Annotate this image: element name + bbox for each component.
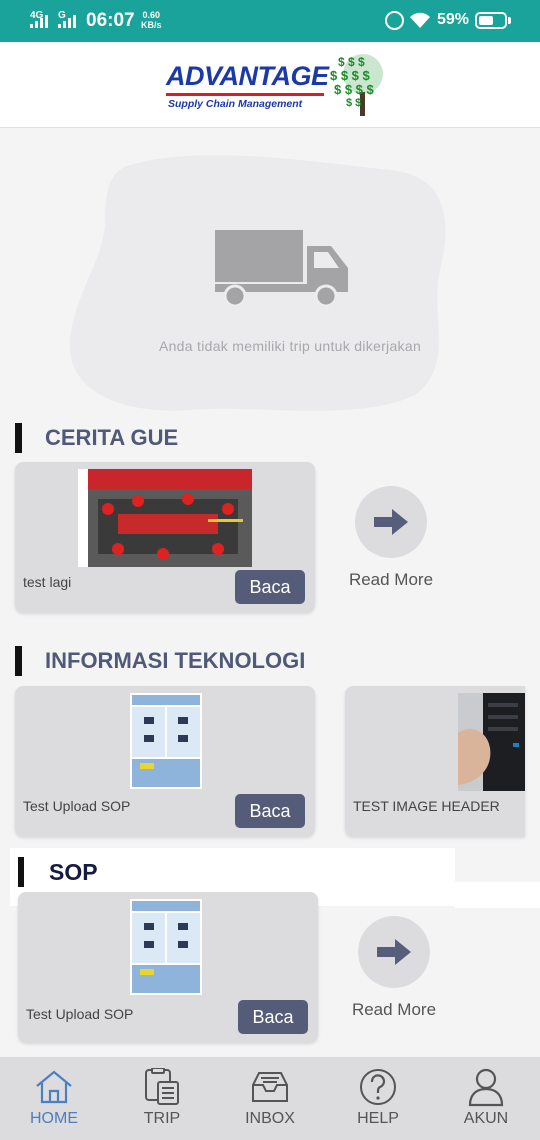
logo-wordmark: ADVANTAGE [166,61,329,91]
read-more-label: Read More [348,570,434,589]
svg-text:$ $: $ $ [346,97,361,109]
nav-akun[interactable]: AKUN [432,1057,540,1140]
read-more-sop[interactable]: Read More [344,916,444,1020]
help-icon [358,1067,398,1107]
section-title: SOP [49,858,98,885]
svg-text:$ $ $ $: $ $ $ $ [334,82,375,97]
nav-label: HELP [357,1110,399,1127]
article-title: TEST IMAGE HEADER [353,798,500,814]
article-card[interactable]: Test Upload SOP Baca [15,686,315,836]
logo-underline [166,93,324,96]
article-card[interactable]: Test Upload SOP Baca [18,892,318,1042]
status-bar: 4G G 06:07 0.60 KB/s 59% [0,0,540,42]
nav-label: TRIP [143,1110,181,1127]
nav-label: HOME [30,1110,78,1127]
article-thumbnail-sop [130,693,202,789]
money-tree-icon: $ $ $ $ $ $ $ $ $ $ $ $ $ [330,54,383,116]
signal-icon-2 [58,14,76,28]
read-more-circle[interactable] [358,916,430,988]
nav-label: INBOX [245,1110,295,1127]
section-header-cerita: CERITA GUE [15,422,178,454]
trip-icon [142,1067,182,1107]
advantage-logo: ADVANTAGE Supply Chain Management $ $ $ … [166,52,406,116]
nav-home[interactable]: HOME [0,1057,108,1140]
logo-subtitle: Supply Chain Management [168,98,303,110]
network-speed: 0.60 KB/s [141,10,162,30]
read-more-label: Read More [351,1000,437,1019]
section-marker [15,423,22,453]
svg-text:$ $ $ $: $ $ $ $ [330,68,371,83]
section-title: CERITA GUE [45,425,179,450]
nav-inbox[interactable]: INBOX [216,1057,324,1140]
article-thumbnail-laptop [458,693,525,791]
alarm-icon [385,11,404,30]
empty-trip-state: Anda tidak memiliki trip untuk dikerjaka… [60,150,460,420]
nav-trip[interactable]: TRIP [108,1057,216,1140]
section-header-sop: SOP [18,856,98,888]
sop-header-background-tail [455,882,540,908]
home-icon [34,1067,74,1107]
bottom-navigation: HOME TRIP INBOX HELP AKUN [0,1057,540,1140]
read-more-cerita[interactable]: Read More [341,486,441,590]
signal-icon [30,14,48,28]
article-thumbnail-sop [130,899,202,995]
inbox-icon [250,1067,290,1107]
battery-level-fill [479,16,493,25]
battery-icon [475,12,507,29]
wifi-icon [410,12,430,28]
read-button[interactable]: Baca [235,794,305,828]
read-button[interactable]: Baca [238,1000,308,1034]
nav-label: AKUN [463,1110,509,1127]
read-button[interactable]: Baca [235,570,305,604]
arrow-right-icon [377,939,411,965]
battery-tip [508,17,511,24]
section-marker [18,857,24,887]
article-thumbnail-pitstop [78,469,252,567]
article-title: test lagi [23,574,72,590]
section-marker [15,646,22,676]
section-title: INFORMASI TEKNOLOGI [45,648,306,673]
clock: 06:07 [86,10,135,31]
account-icon [466,1067,506,1107]
svg-text:$ $ $: $ $ $ [338,55,365,69]
truck-icon [215,230,348,308]
article-card[interactable]: TEST IMAGE HEADER [345,686,525,836]
article-title: Test Upload SOP [26,1006,134,1022]
nav-help[interactable]: HELP [324,1057,432,1140]
read-more-circle[interactable] [355,486,427,558]
arrow-right-icon [374,509,408,535]
app-header: ADVANTAGE Supply Chain Management $ $ $ … [0,42,540,128]
article-title: Test Upload SOP [23,798,131,814]
battery-percent: 59% [437,11,470,28]
article-card[interactable]: test lagi Baca [15,462,315,612]
section-header-teknologi: INFORMASI TEKNOLOGI [15,645,305,677]
empty-trip-message: Anda tidak memiliki trip untuk dikerjaka… [158,338,422,354]
